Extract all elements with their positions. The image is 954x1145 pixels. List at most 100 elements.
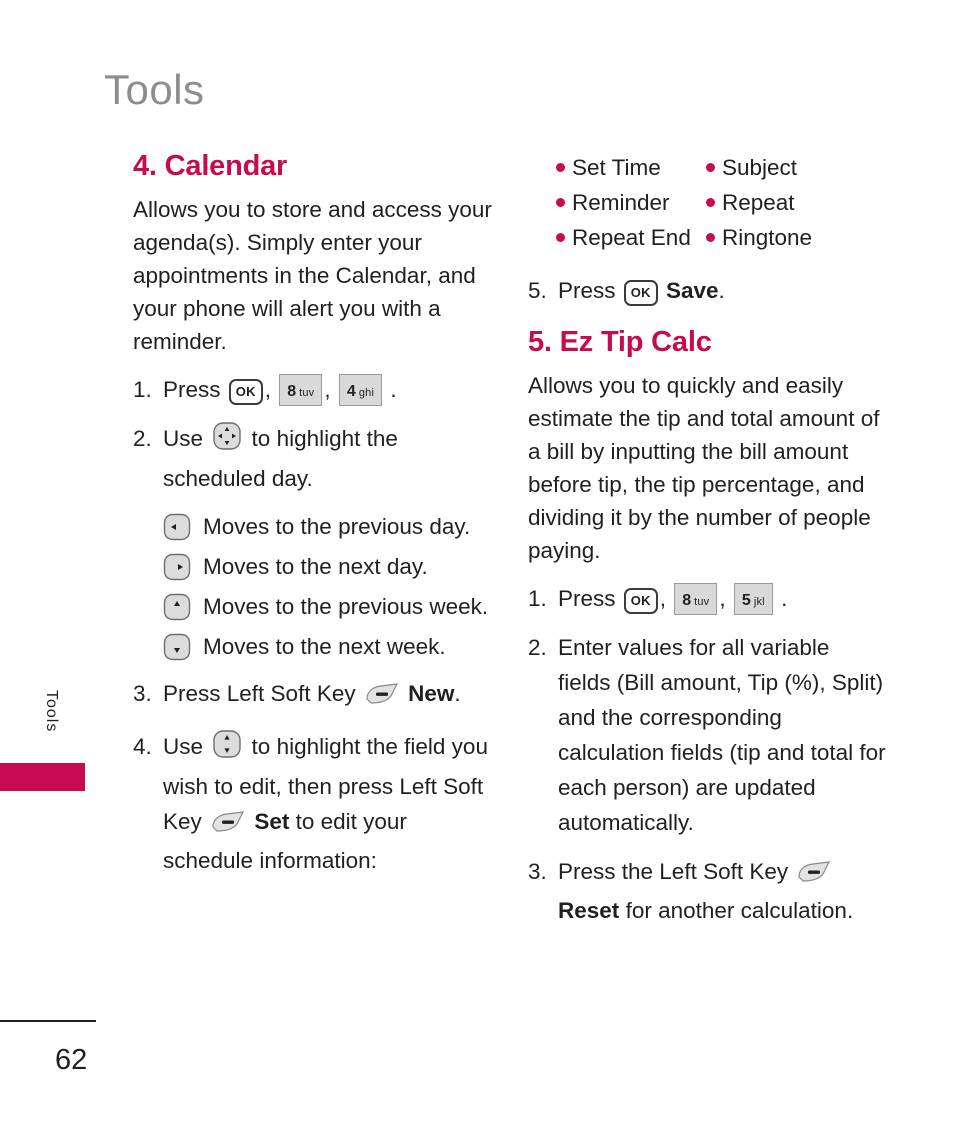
direction-key-item-previous-week: Moves to the previous week. [163, 590, 493, 624]
step-calendar-2: 2. Use to highlight the scheduled day. [133, 421, 493, 496]
key-letters: tuv [694, 596, 710, 609]
number-key-8-icon: 8 tuv [674, 583, 718, 615]
bullet-label: Set Time [572, 155, 661, 180]
ok-key-icon: OK [623, 280, 658, 306]
number-key-4-icon: 4 ghi [338, 374, 383, 406]
bullet-dot-icon [706, 198, 715, 207]
step-number: 3. [528, 859, 547, 885]
step-text: Press Left Soft Key [163, 681, 356, 707]
bullet-label: Repeat [722, 190, 795, 215]
bullet-item-subject: Subject [706, 150, 888, 185]
step-trailing-punctuation: . [454, 681, 461, 707]
section-title-ez-tip-calc: 5. Ez Tip Calc [528, 326, 712, 358]
number-key-5-icon: 5 jkl [733, 583, 773, 615]
step-number: 5. [528, 278, 547, 303]
section-title-calendar: 4. Calendar [133, 150, 288, 182]
step-text: Press [163, 377, 221, 403]
bullet-item-set-time: Set Time [556, 150, 706, 185]
step-number: 4. [133, 734, 152, 760]
step-number: 1. [133, 377, 152, 403]
left-soft-key-icon [365, 680, 399, 715]
step-calendar-4: 4. Use to highlight the field you wish t… [133, 729, 493, 878]
arrow-left-key-icon [163, 513, 191, 547]
bullet-dot-icon [556, 233, 565, 242]
bullet-label: Repeat End [572, 225, 691, 250]
step-number: 1. [528, 586, 547, 612]
direction-key-list: Moves to the previous day. Moves to the … [133, 510, 493, 664]
bullet-item-ringtone: Ringtone [706, 220, 888, 255]
key-digit: 4 [346, 383, 356, 401]
ok-key-icon: OK [623, 588, 658, 615]
page-running-head: Tools [104, 66, 205, 113]
bullet-label: Ringtone [722, 225, 813, 250]
step-trailing-punctuation: . [390, 377, 397, 403]
bullet-dot-icon [706, 233, 715, 242]
step-calendar-1: 1. Press OK, 8 tuv, 4 ghi . [133, 372, 493, 407]
key-digit: 8 [287, 383, 297, 401]
step-trailing-punctuation: . [781, 586, 788, 612]
step-text: Use [163, 734, 204, 760]
calendar-steps: 1. Press OK, 8 tuv, 4 ghi . 2. Use to high… [133, 372, 493, 496]
step-calendar-5: 5. Press OK Save. [528, 273, 888, 308]
direction-key-item-next-week: Moves to the next week. [163, 630, 493, 664]
calendar-save-step: 5. Press OK Save. [528, 273, 888, 308]
step-calendar-3: 3. Press Left Soft Key New. [133, 676, 493, 715]
arrow-right-key-icon [163, 553, 191, 587]
side-tab-label: Tools [43, 690, 60, 733]
key-letters: jkl [753, 596, 765, 609]
step-bold-label: Set [254, 809, 290, 835]
bullet-item-repeat-end: Repeat End [556, 220, 706, 255]
step-eztip-2: 2. Enter values for all variable fields … [528, 630, 888, 840]
step-eztip-1: 1. Press OK, 8 tuv, 5 jkl . [528, 581, 888, 616]
arrow-up-key-icon [163, 593, 191, 627]
side-tab-color-block [0, 763, 85, 791]
direction-key-label: Moves to the previous day. [203, 514, 471, 540]
number-key-8-icon: 8 tuv [279, 374, 323, 406]
bullet-dot-icon [706, 163, 715, 172]
step-text: Use [163, 426, 204, 452]
step-number: 2. [528, 635, 547, 661]
bullet-item-reminder: Reminder [556, 185, 706, 220]
step-bold-label: Reset [558, 898, 620, 924]
step-bold-label: Save [665, 278, 719, 303]
bullet-dot-icon [556, 163, 565, 172]
ok-key-icon: OK [228, 379, 263, 406]
direction-key-label: Moves to the previous week. [203, 594, 489, 620]
up-down-navigation-key-icon [212, 729, 242, 769]
bullet-dot-icon [556, 198, 565, 207]
left-soft-key-icon [211, 808, 245, 843]
direction-key-item-previous-day: Moves to the previous day. [163, 510, 493, 544]
key-letters: tuv [299, 387, 315, 400]
key-digit: 5 [741, 592, 751, 610]
step-text-end: for another calculation. [625, 898, 854, 924]
step-text: Enter values for all variable fields (Bi… [558, 635, 886, 836]
step-text: Press [558, 278, 616, 303]
direction-key-label: Moves to the next week. [203, 634, 446, 660]
footer-rule [0, 1020, 96, 1022]
right-column: Set Time Subject Reminder Repeat Repeat … [528, 150, 888, 942]
direction-key-item-next-day: Moves to the next day. [163, 550, 493, 584]
step-bold-label: New [408, 681, 455, 707]
ez-tip-calc-steps: 1. Press OK, 8 tuv, 5 jkl . 2. Enter value… [528, 581, 888, 928]
calendar-field-bullets: Set Time Subject Reminder Repeat Repeat … [556, 150, 888, 255]
bullet-item-repeat: Repeat [706, 185, 888, 220]
step-number: 2. [133, 426, 152, 452]
ez-tip-calc-intro-text: Allows you to quickly and easily estimat… [528, 373, 880, 564]
left-soft-key-icon [797, 858, 831, 893]
key-letters: ghi [358, 387, 375, 400]
calendar-steps-continued: 3. Press Left Soft Key New. 4. Use to hi… [133, 676, 493, 878]
step-trailing-punctuation: . [718, 278, 725, 303]
step-text: Press [558, 586, 616, 612]
step-number: 3. [133, 681, 152, 707]
step-eztip-3: 3. Press the Left Soft Key Reset for ano… [528, 854, 888, 928]
calendar-intro-text: Allows you to store and access your agen… [133, 197, 492, 355]
left-column: 4. Calendar Allows you to store and acce… [133, 150, 493, 892]
key-digit: 8 [682, 592, 692, 610]
five-way-navigation-key-icon [212, 421, 242, 461]
step-text: Press the Left Soft Key [558, 859, 789, 885]
arrow-down-key-icon [163, 633, 191, 667]
bullet-label: Reminder [572, 190, 670, 215]
bullet-label: Subject [722, 155, 798, 180]
direction-key-label: Moves to the next day. [203, 554, 428, 580]
page-number: 62 [55, 1044, 88, 1076]
